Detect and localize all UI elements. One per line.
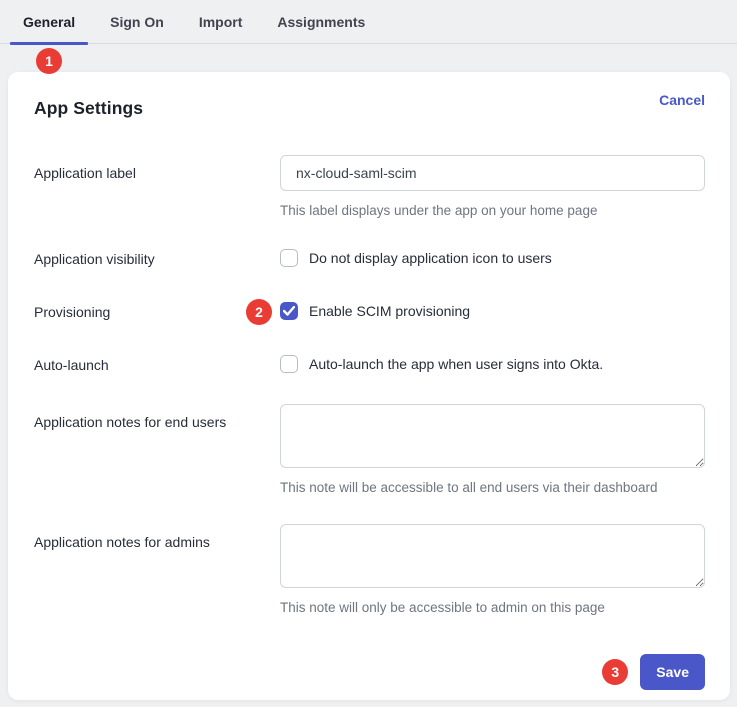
auto-launch-field: Auto-launch the app when user signs into… [280, 355, 705, 373]
notes-admins-helper: This note will only be accessible to adm… [280, 599, 705, 616]
tab-import-label: Import [199, 14, 243, 30]
application-label-label: Application label [34, 155, 280, 182]
application-visibility-option-label[interactable]: Do not display application icon to users [309, 250, 552, 266]
check-icon [283, 306, 295, 316]
application-label-input[interactable] [280, 155, 705, 191]
tab-assignments-label: Assignments [277, 14, 365, 30]
provisioning-label: Provisioning [34, 302, 280, 321]
notes-admins-label: Application notes for admins [34, 524, 280, 551]
notes-end-users-textarea[interactable] [280, 404, 705, 468]
provisioning-field: 2 Enable SCIM provisioning [280, 302, 705, 320]
row-auto-launch: Auto-launch Auto-launch the app when use… [34, 355, 705, 374]
tab-sign-on-label: Sign On [110, 14, 164, 30]
notes-end-users-helper: This note will be accessible to all end … [280, 479, 705, 496]
annotation-badge-1: 1 [36, 48, 62, 74]
notes-admins-field-group: This note will only be accessible to adm… [280, 524, 705, 616]
tab-general[interactable]: General [23, 0, 75, 43]
save-button[interactable]: Save [640, 654, 705, 690]
panel-footer: 3 Save [34, 654, 705, 690]
app-settings-panel: App Settings Cancel Application label Th… [8, 72, 730, 700]
app-tab-bar: General Sign On Import Assignments [0, 0, 737, 44]
row-application-label: Application label This label displays un… [34, 155, 705, 219]
application-visibility-label: Application visibility [34, 249, 280, 268]
cancel-link[interactable]: Cancel [659, 92, 705, 108]
notes-admins-textarea[interactable] [280, 524, 705, 588]
auto-launch-label: Auto-launch [34, 355, 280, 374]
row-notes-end-users: Application notes for end users This not… [34, 404, 705, 496]
application-visibility-checkbox[interactable] [280, 249, 298, 267]
notes-end-users-field-group: This note will be accessible to all end … [280, 404, 705, 496]
provisioning-option-label[interactable]: Enable SCIM provisioning [309, 303, 470, 319]
tab-assignments[interactable]: Assignments [277, 0, 365, 43]
auto-launch-checkbox[interactable] [280, 355, 298, 373]
panel-header: App Settings Cancel [34, 98, 705, 119]
row-provisioning: Provisioning 2 Enable SCIM provisioning [34, 302, 705, 321]
annotation-badge-3: 3 [602, 659, 628, 685]
page-title: App Settings [34, 98, 143, 119]
notes-end-users-label: Application notes for end users [34, 404, 280, 431]
tab-general-label: General [23, 14, 75, 30]
auto-launch-option-label[interactable]: Auto-launch the app when user signs into… [309, 356, 603, 372]
application-label-field-group: This label displays under the app on you… [280, 155, 705, 219]
annotation-badge-2: 2 [246, 299, 272, 325]
application-label-helper: This label displays under the app on you… [280, 202, 705, 219]
row-notes-admins: Application notes for admins This note w… [34, 524, 705, 616]
application-visibility-field: Do not display application icon to users [280, 249, 705, 267]
row-application-visibility: Application visibility Do not display ap… [34, 249, 705, 268]
provisioning-checkbox[interactable] [280, 302, 298, 320]
tab-sign-on[interactable]: Sign On [110, 0, 164, 43]
tab-import[interactable]: Import [199, 0, 243, 43]
